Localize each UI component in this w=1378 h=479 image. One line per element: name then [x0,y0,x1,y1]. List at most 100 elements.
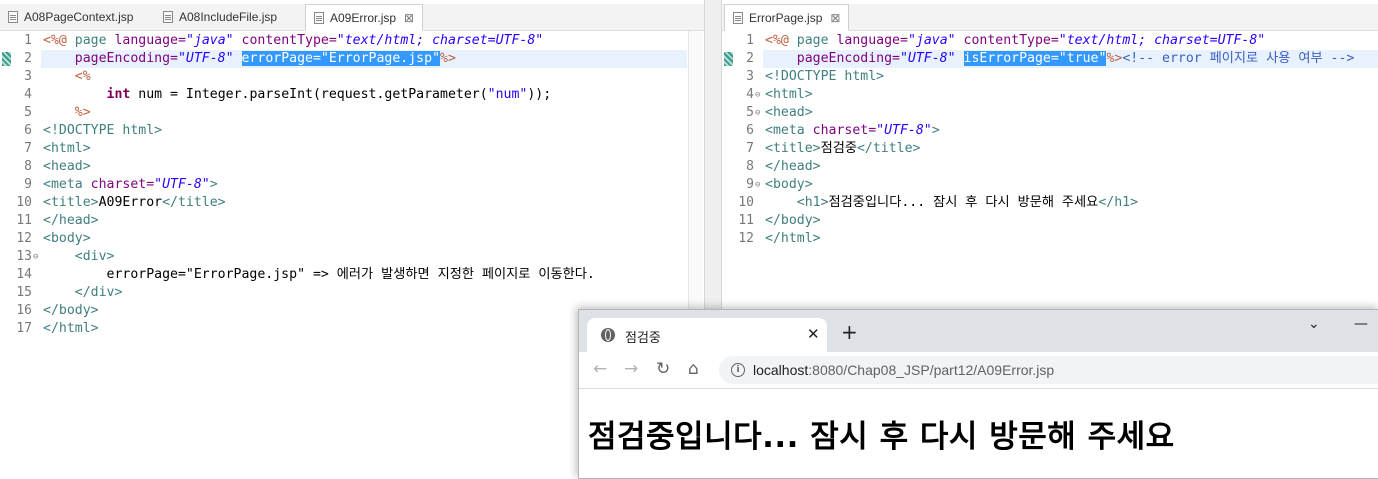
jsp-file-icon [8,11,18,23]
jsp-file-icon [733,11,743,24]
minimize-button[interactable]: — [1354,316,1368,332]
code-line[interactable]: 10 <title>A09Error</title> [0,194,704,212]
tab-a09error[interactable]: A09Error.jsp ⊠ [305,4,424,31]
code-text: <meta charset="UTF-8"> [765,123,940,138]
line-number: 12 [738,231,754,246]
code-text: </body> [43,303,99,318]
tab-a08pagecontext[interactable]: A08PageContext.jsp [8,4,133,30]
line-number: 16 [16,303,32,318]
code-line[interactable]: 12 </html> [722,230,1378,248]
code-text: <head> [765,105,813,120]
code-line[interactable]: 5 ⊖ <head> [722,104,1378,122]
reload-button[interactable]: ↻ [656,360,670,378]
line-number: 7 [24,141,32,156]
code-text: <body> [765,177,813,192]
line-number: 3 [746,69,754,84]
browser-page-content: 점검중입니다... 잠시 후 다시 방문해 주세요 [579,389,1378,478]
tab-errorpage[interactable]: ErrorPage.jsp ⊠ [724,4,850,31]
page-heading: 점검중입니다... 잠시 후 다시 방문해 주세요 [588,419,1175,455]
browser-tab-title: 점검중 [625,330,661,345]
code-line[interactable]: 3 <!DOCTYPE html> [722,68,1378,86]
tab-label: ErrorPage.jsp [749,10,823,25]
address-url: localhost:8080/Chap08_JSP/part12/A09Erro… [753,362,1054,378]
line-number: 8 [24,159,32,174]
new-tab-button[interactable]: + [841,322,858,342]
line-number: 9 [24,177,32,192]
line-number: 6 [24,123,32,138]
fold-toggle-icon[interactable]: ⊖ [755,176,760,194]
jsp-file-icon [314,11,324,24]
code-line[interactable]: 3 <% [0,68,704,86]
line-number: 8 [746,159,754,174]
line-number: 3 [24,69,32,84]
code-text: %> [43,105,91,120]
line-number: 5 [746,105,754,120]
close-tab-icon[interactable]: ⊠ [830,11,840,25]
code-text: <% [43,69,91,84]
code-text: </head> [43,213,99,228]
code-text: <head> [43,159,91,174]
code-line[interactable]: 11 </head> [0,212,704,230]
code-line[interactable]: 10 <h1>점검중입니다... 잠시 후 다시 방문해 주세요</h1> [722,194,1378,212]
line-number: 7 [746,141,754,156]
code-text: <body> [43,231,91,246]
code-text: <div> [43,249,115,264]
back-button[interactable]: ← [593,360,607,378]
line-number: 6 [746,123,754,138]
browser-window: 점검중 ✕ + ⌄ — ← → ↻ ⌂ i localhost:8080/Cha… [578,309,1378,479]
code-text: <!DOCTYPE html> [765,69,885,84]
code-line[interactable]: 9 ⊖ <body> [722,176,1378,194]
code-line[interactable]: 6 <!DOCTYPE html> [0,122,704,140]
line-number: 17 [16,321,32,336]
line-number: 10 [738,195,754,210]
code-line[interactable]: 9 <meta charset="UTF-8"> [0,176,704,194]
address-bar[interactable]: i localhost:8080/Chap08_JSP/part12/A09Er… [719,356,1378,384]
line-number: 1 [24,33,32,48]
tab-a08includefile[interactable]: A08IncludeFile.jsp [163,4,277,30]
fold-toggle-icon[interactable]: ⊖ [755,104,760,122]
code-line[interactable]: 11 </body> [722,212,1378,230]
code-line[interactable]: 2 pageEncoding="UTF-8" errorPage="ErrorP… [0,50,704,68]
fold-toggle-icon[interactable]: ⊖ [755,86,760,104]
line-number: 4 [24,87,32,102]
code-line[interactable]: 7 <title>점검중</title> [722,140,1378,158]
code-text: <html> [765,87,813,102]
code-text: <html> [43,141,91,156]
code-text: pageEncoding="UTF-8" errorPage="ErrorPag… [74,51,456,66]
line-number: 14 [16,267,32,282]
code-line[interactable]: 8 <head> [0,158,704,176]
line-number: 4 [746,87,754,102]
code-text: <!DOCTYPE html> [43,123,163,138]
code-text: <%@ page language="java" contentType="te… [43,33,544,48]
code-line[interactable]: 1 <%@ page language="java" contentType="t… [722,32,1378,50]
globe-icon [601,328,615,342]
code-line[interactable]: 14 errorPage="ErrorPage.jsp" => 에러가 발생하면… [0,266,704,284]
code-text: <%@ page language="java" contentType="te… [765,33,1266,48]
info-icon[interactable]: i [731,363,745,377]
code-line[interactable]: 4 ⊖ <html> [722,86,1378,104]
code-line[interactable]: 12 <body> [0,230,704,248]
code-line[interactable]: 13 ⊖ <div> [0,248,704,266]
code-line[interactable]: 15 </div> [0,284,704,302]
code-line[interactable]: 7 <html> [0,140,704,158]
code-line[interactable]: 8 </head> [722,158,1378,176]
tab-label: A08PageContext.jsp [24,10,134,24]
browser-tabstrip: 점검중 ✕ + ⌄ — [579,310,1378,352]
jsp-file-icon [163,11,173,23]
tab-label: A08IncludeFile.jsp [179,10,278,24]
code-text: errorPage="ErrorPage.jsp" => 에러가 발생하면 지정… [43,267,595,282]
close-icon[interactable]: ✕ [807,325,820,343]
close-tab-icon[interactable]: ⊠ [404,11,414,25]
tab-search-icon[interactable]: ⌄ [1308,316,1320,332]
code-text: </body> [765,213,821,228]
code-line[interactable]: 1 <%@ page language="java" contentType="t… [0,32,704,50]
code-line[interactable]: 4 int num = Integer.parseInt(request.get… [0,86,704,104]
code-line[interactable]: 5 %> [0,104,704,122]
home-button[interactable]: ⌂ [688,360,699,378]
browser-tab[interactable]: 점검중 ✕ [587,318,827,352]
code-line[interactable]: 6 <meta charset="UTF-8"> [722,122,1378,140]
browser-toolbar: ← → ↻ ⌂ i localhost:8080/Chap08_JSP/part… [579,352,1378,389]
forward-button[interactable]: → [624,360,638,378]
fold-toggle-icon[interactable]: ⊖ [33,248,38,266]
code-line[interactable]: 2 pageEncoding="UTF-8" isErrorPage="true… [722,50,1378,68]
